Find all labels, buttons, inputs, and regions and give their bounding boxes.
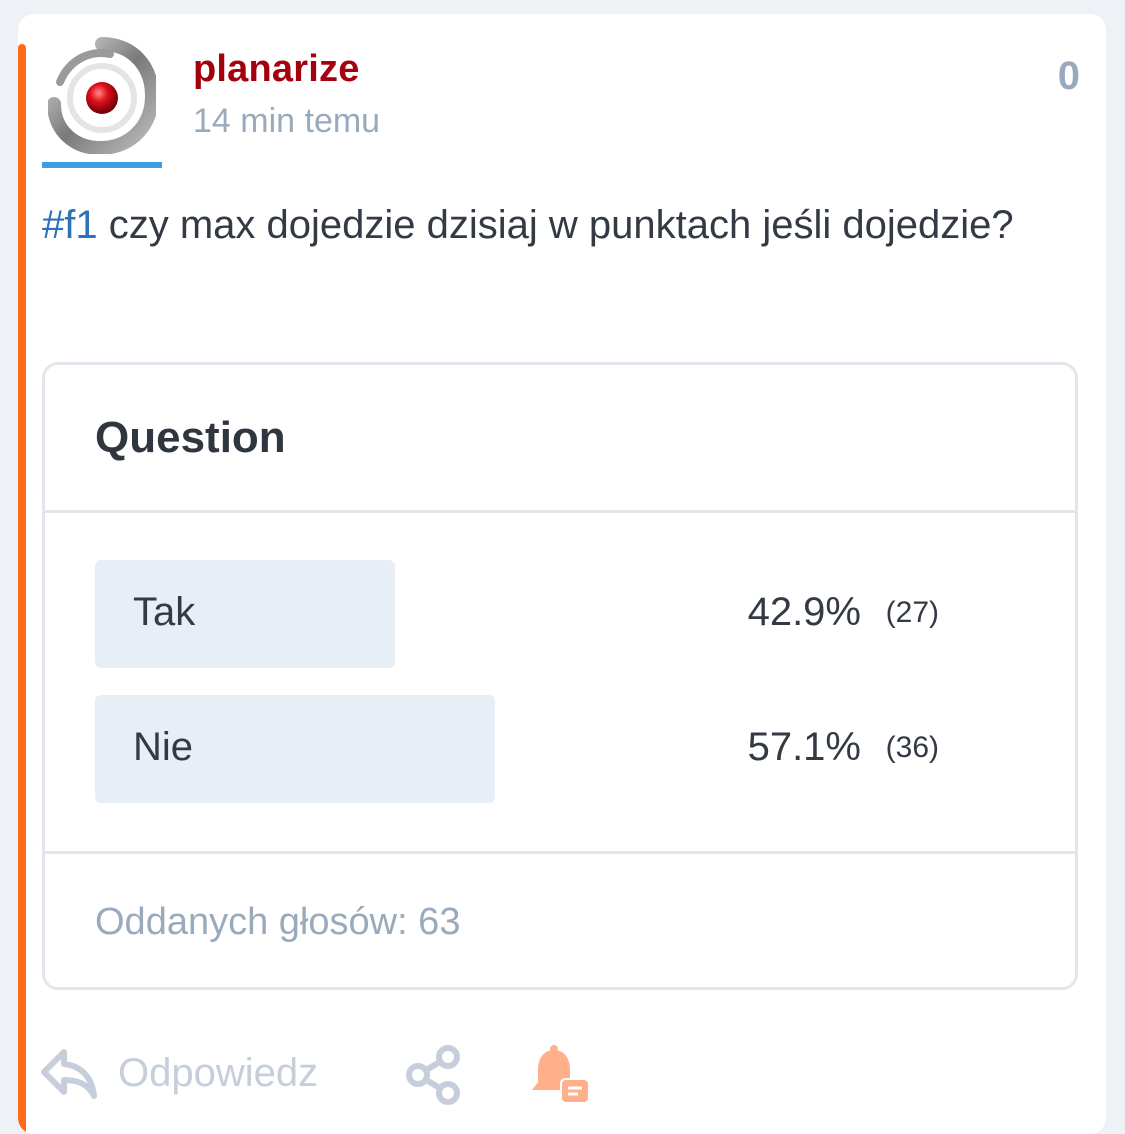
bell-comment-icon <box>532 1045 590 1104</box>
post-actions: Odpowiedz <box>40 1044 740 1124</box>
accent-bar <box>18 44 26 1134</box>
poll-option-percent: 57.1% <box>747 725 861 769</box>
vote-score[interactable]: 0 <box>1058 54 1080 99</box>
poll-title: Question <box>95 413 286 462</box>
poll-divider-top <box>45 510 1075 513</box>
post-card: planarize 14 min temu 0 #f1 czy max doje… <box>18 14 1106 1134</box>
poll-option-percent: 42.9% <box>747 590 861 634</box>
poll-option[interactable]: Nie 57.1% (36) <box>95 695 995 803</box>
poll-option-count: (36) <box>885 731 939 764</box>
reply-label: Odpowiedz <box>118 1050 319 1095</box>
post-body: #f1 czy max dojedzie dzisiaj w punktach … <box>42 194 1082 256</box>
poll-divider-bottom <box>45 851 1075 854</box>
poll-option-label: Nie <box>133 725 194 769</box>
poll-option-label: Tak <box>133 590 196 634</box>
reply-button[interactable]: Odpowiedz <box>40 1044 318 1102</box>
poll-option[interactable]: Tak 42.9% (27) <box>95 560 995 668</box>
poll-option-count: (27) <box>885 596 939 629</box>
post-timestamp[interactable]: 14 min temu <box>193 102 380 141</box>
notify-button[interactable] <box>526 1044 592 1110</box>
poll: Question Tak 42.9% (27) Nie 57.1% (36) O… <box>42 362 1078 990</box>
avatar-underline <box>42 162 162 168</box>
author-name[interactable]: planarize <box>193 48 360 91</box>
share-button[interactable] <box>402 1044 464 1106</box>
poll-votes-summary: Oddanych głosów: 63 <box>95 901 461 943</box>
reply-icon <box>41 1049 97 1099</box>
share-icon <box>406 1045 460 1105</box>
post-text: czy max dojedzie dzisiaj w punktach jeśl… <box>97 203 1014 247</box>
hashtag-link[interactable]: #f1 <box>42 203 98 247</box>
avatar-logo-icon <box>48 37 156 154</box>
avatar[interactable] <box>42 36 162 170</box>
